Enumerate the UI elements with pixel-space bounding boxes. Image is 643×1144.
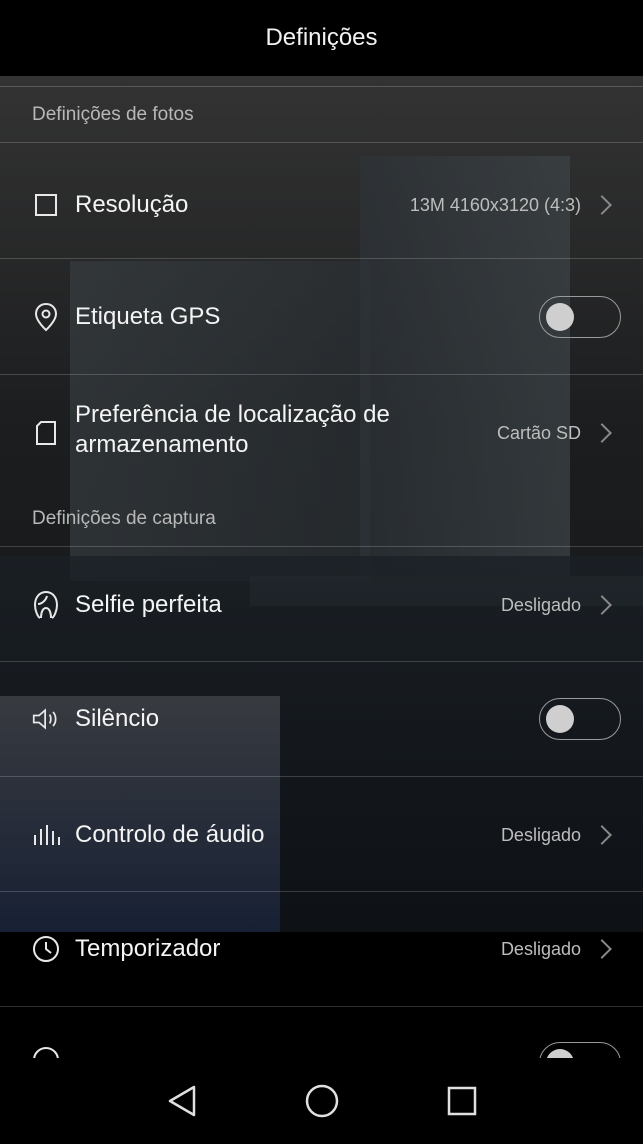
back-triangle-icon[interactable] xyxy=(162,1081,202,1121)
setting-value: Desligado xyxy=(500,824,581,845)
sd-card-icon xyxy=(32,419,60,447)
setting-label: Etiqueta GPS xyxy=(75,303,221,330)
setting-row-partial[interactable] xyxy=(0,1042,643,1058)
section-header-capture: Definições de captura xyxy=(32,508,216,529)
setting-label: Silêncio xyxy=(75,705,160,732)
settings-list[interactable]: Definições de fotos Resolução 13M 4160x3… xyxy=(0,76,643,1058)
partial-icon xyxy=(32,1046,60,1058)
page-title: Definições xyxy=(265,24,378,51)
setting-label-line2: armazenamento xyxy=(75,431,249,458)
clock-icon xyxy=(32,935,60,963)
chevron-right-icon xyxy=(592,423,612,443)
setting-row-selfie[interactable]: Selfie perfeita Desligado xyxy=(0,552,643,658)
header-bar: Definições xyxy=(0,0,643,76)
silence-toggle[interactable] xyxy=(539,698,621,740)
setting-row-resolution[interactable]: Resolução 13M 4160x3120 (4:3) xyxy=(0,152,643,258)
chevron-right-icon xyxy=(592,195,612,215)
setting-row-gps[interactable]: Etiqueta GPS xyxy=(0,264,643,370)
face-icon xyxy=(32,591,60,619)
setting-row-storage[interactable]: Preferência de localização de armazename… xyxy=(0,378,643,488)
setting-value: Cartão SD xyxy=(496,422,581,443)
section-header-photos: Definições de fotos xyxy=(32,104,194,125)
setting-row-silence[interactable]: Silêncio xyxy=(0,666,643,772)
square-icon xyxy=(32,191,60,219)
setting-label: Resolução xyxy=(75,191,189,218)
home-circle-icon[interactable] xyxy=(302,1081,342,1121)
setting-label-line1: Preferência de localização de xyxy=(75,401,390,428)
chevron-right-icon xyxy=(592,939,612,959)
chevron-right-icon xyxy=(592,595,612,615)
gps-toggle[interactable] xyxy=(539,296,621,338)
recents-square-icon[interactable] xyxy=(442,1081,482,1121)
setting-value: 13M 4160x3120 (4:3) xyxy=(409,194,581,215)
setting-label: Selfie perfeita xyxy=(75,591,222,618)
chevron-right-icon xyxy=(592,825,612,845)
partial-toggle[interactable] xyxy=(539,1042,621,1058)
setting-value: Desligado xyxy=(500,594,581,615)
speaker-icon xyxy=(32,705,60,733)
equalizer-icon xyxy=(32,821,60,849)
setting-value: Desligado xyxy=(500,938,581,959)
setting-row-timer[interactable]: Temporizador Desligado xyxy=(0,896,643,1002)
location-pin-icon xyxy=(32,302,60,332)
setting-row-audio-control[interactable]: Controlo de áudio Desligado xyxy=(0,782,643,888)
setting-label: Controlo de áudio xyxy=(75,821,265,848)
system-nav-bar xyxy=(0,1058,643,1144)
setting-label: Temporizador xyxy=(75,935,221,962)
